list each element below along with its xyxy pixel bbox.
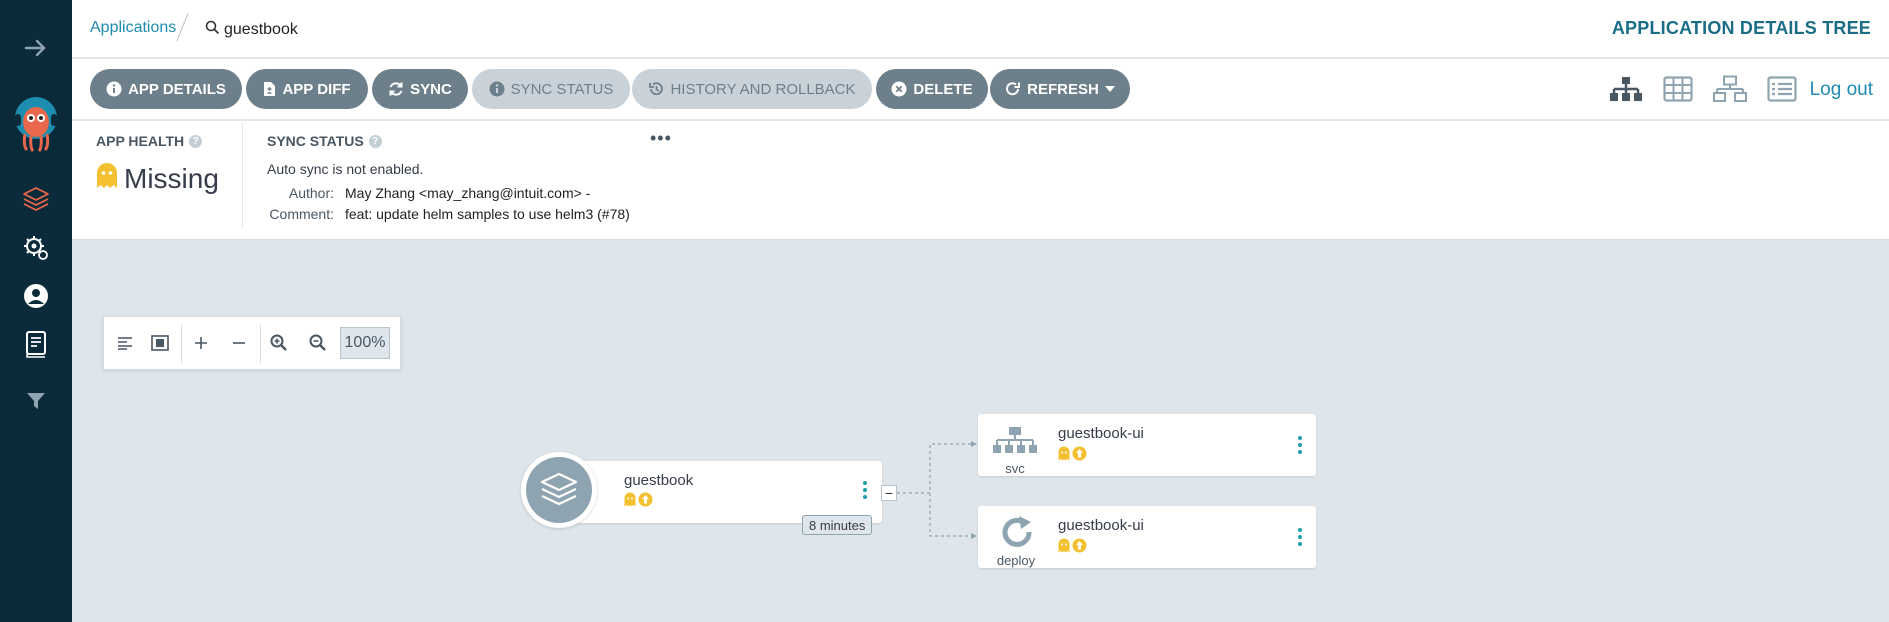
app-node-name: guestbook <box>624 472 694 489</box>
out-of-sync-icon <box>1072 446 1087 461</box>
resource-status <box>1058 538 1087 553</box>
resource-menu-icon[interactable] <box>1297 528 1303 546</box>
resource-name: guestbook-ui <box>1058 425 1144 442</box>
app-node-guestbook[interactable]: guestbook <box>560 461 882 523</box>
ghost-icon <box>624 492 636 507</box>
resource-node-deployment[interactable]: deploy guestbook-ui <box>978 506 1316 568</box>
deployment-icon <box>997 516 1037 555</box>
collapse-node-button[interactable]: − <box>881 485 897 501</box>
out-of-sync-icon <box>638 492 653 507</box>
resource-name: guestbook-ui <box>1058 517 1144 534</box>
resource-node-service[interactable]: svc guestbook-ui <box>978 414 1316 476</box>
resource-status <box>1058 446 1087 461</box>
ghost-icon <box>1058 446 1070 461</box>
resource-kind: svc <box>1005 461 1025 476</box>
resource-menu-icon[interactable] <box>1297 436 1303 454</box>
app-node-status <box>624 492 653 507</box>
service-icon <box>993 426 1037 461</box>
out-of-sync-icon <box>1072 538 1087 553</box>
app-node-icon <box>521 452 597 528</box>
resource-kind: deploy <box>996 553 1036 568</box>
app-node-age-badge: 8 minutes <box>802 515 873 535</box>
graph-edges <box>897 441 977 539</box>
ghost-icon <box>1058 538 1070 553</box>
app-node-menu-icon[interactable] <box>862 481 868 499</box>
